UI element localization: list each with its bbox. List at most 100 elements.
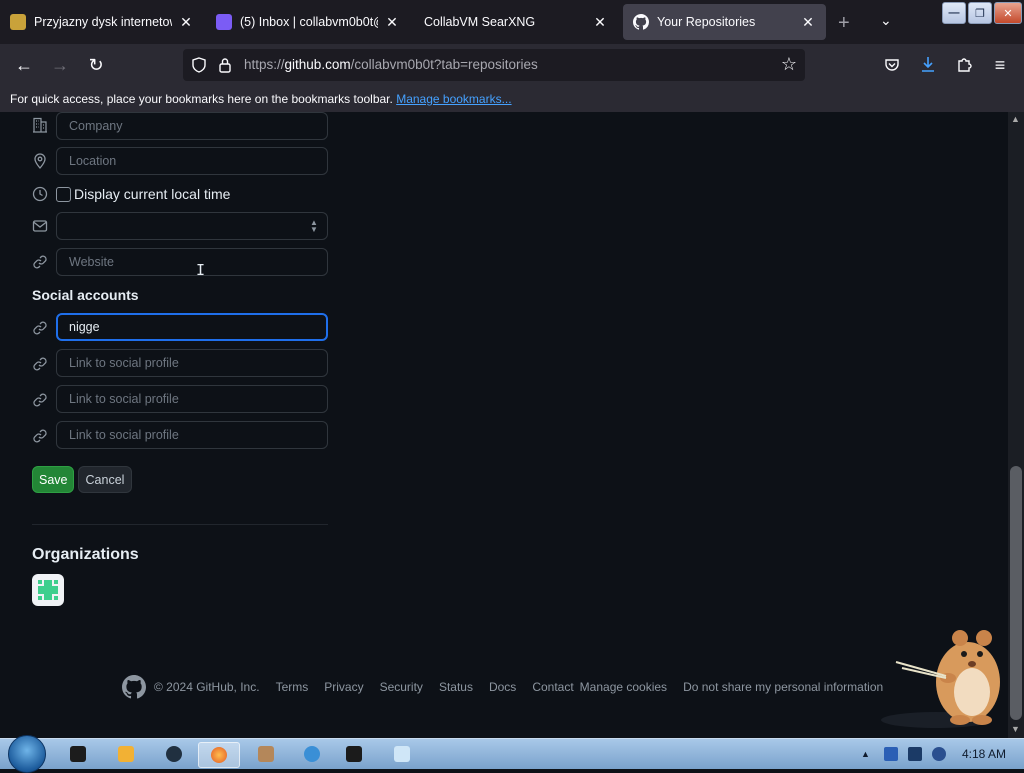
close-window-icon[interactable]: ✕ bbox=[994, 2, 1022, 24]
clock-text[interactable]: 4:18 AM bbox=[962, 747, 1006, 761]
hamburger-menu-icon[interactable]: ≡ bbox=[989, 54, 1011, 76]
tab-title: (5) Inbox | collabvm0b0t@p bbox=[240, 15, 378, 29]
company-field[interactable] bbox=[56, 112, 328, 140]
tab-list-chevron-down-icon[interactable]: ⌄ bbox=[880, 12, 892, 29]
taskbar-7zip[interactable] bbox=[334, 742, 374, 766]
cancel-button[interactable]: Cancel bbox=[78, 466, 132, 493]
url-host: github.com bbox=[284, 57, 351, 72]
footer-link-contact[interactable]: Contact bbox=[532, 680, 573, 694]
footer-copyright: © 2024 GitHub, Inc. bbox=[154, 680, 260, 694]
footer-link-docs[interactable]: Docs bbox=[489, 680, 516, 694]
minimize-icon[interactable]: — bbox=[942, 2, 966, 24]
footer-link-status[interactable]: Status bbox=[439, 680, 473, 694]
clock-icon bbox=[32, 186, 48, 202]
org-identicon-icon bbox=[38, 580, 58, 600]
tab-inbox[interactable]: (5) Inbox | collabvm0b0t@p ✕ bbox=[206, 4, 410, 40]
url-bar[interactable]: https://github.com/collabvm0b0t?tab=repo… bbox=[183, 49, 805, 81]
tab-close-icon[interactable]: ✕ bbox=[592, 14, 608, 31]
media-player-icon bbox=[118, 746, 134, 762]
tab-title: CollabVM SearXNG bbox=[424, 15, 536, 29]
volume-icon[interactable] bbox=[931, 747, 946, 761]
back-arrow-icon[interactable]: ← bbox=[13, 54, 35, 76]
url-text[interactable]: https://github.com/collabvm0b0t?tab=repo… bbox=[244, 57, 538, 72]
7zip-icon bbox=[346, 746, 362, 762]
notepad-icon bbox=[394, 746, 410, 762]
link-icon bbox=[33, 357, 47, 371]
site-favicon-icon bbox=[10, 14, 26, 30]
display-local-time-checkbox[interactable] bbox=[56, 187, 71, 202]
taskbar-notepad[interactable] bbox=[382, 742, 422, 766]
taskbar-app-2[interactable] bbox=[246, 742, 286, 766]
location-pin-icon bbox=[34, 153, 46, 169]
tab-close-icon[interactable]: ✕ bbox=[178, 14, 194, 31]
link-icon bbox=[33, 321, 47, 335]
save-button[interactable]: Save bbox=[32, 466, 74, 493]
os-taskbar: ▲ 4:18 AM bbox=[0, 735, 1024, 773]
tab-your-repositories[interactable]: Your Repositories ✕ bbox=[623, 4, 826, 40]
footer-link-do-not-share[interactable]: Do not share my personal information bbox=[683, 680, 883, 694]
taskbar-media-player[interactable] bbox=[106, 742, 146, 766]
pocket-icon[interactable] bbox=[884, 57, 900, 73]
mail-icon bbox=[32, 220, 48, 232]
github-logo-icon[interactable] bbox=[122, 675, 146, 699]
app-icon bbox=[166, 746, 182, 762]
scroll-down-arrow-icon[interactable]: ▼ bbox=[1011, 724, 1020, 734]
display-local-time-label[interactable]: Display current local time bbox=[74, 186, 230, 202]
bookmarks-hint-text: For quick access, place your bookmarks h… bbox=[10, 92, 393, 106]
page-footer: © 2024 GitHub, Inc. Terms Privacy Securi… bbox=[122, 675, 899, 699]
internet-explorer-icon bbox=[304, 746, 320, 762]
maximize-icon[interactable]: ❐ bbox=[968, 2, 992, 24]
footer-link-security[interactable]: Security bbox=[380, 680, 423, 694]
footer-link-terms[interactable]: Terms bbox=[276, 680, 309, 694]
window-controls: — ❐ ✕ bbox=[942, 2, 1022, 24]
section-divider bbox=[32, 524, 328, 525]
taskbar-terminal[interactable] bbox=[58, 742, 98, 766]
tab-title: Your Repositories bbox=[657, 15, 756, 29]
taskbar-app[interactable] bbox=[154, 742, 194, 766]
browser-nav-bar: ← → ↻ https://github.com/collabvm0b0t?ta… bbox=[0, 44, 1024, 86]
terminal-icon bbox=[70, 746, 86, 762]
browser-tab-bar: Przyjazny dysk internetowy ✕ (5) Inbox |… bbox=[0, 0, 1024, 44]
tab-title: Przyjazny dysk internetowy bbox=[34, 15, 172, 29]
hamster-app-icon bbox=[258, 746, 274, 762]
url-path: /collabvm0b0t?tab=repositories bbox=[350, 57, 538, 72]
tab-przyjazny-dysk[interactable]: Przyjazny dysk internetowy ✕ bbox=[0, 4, 204, 40]
footer-link-privacy[interactable]: Privacy bbox=[324, 680, 363, 694]
website-field[interactable] bbox=[56, 248, 328, 276]
reload-icon[interactable]: ↻ bbox=[85, 54, 107, 76]
social-link-field-4[interactable] bbox=[56, 421, 328, 449]
manage-bookmarks-link[interactable]: Manage bookmarks... bbox=[396, 92, 511, 106]
footer-link-manage-cookies[interactable]: Manage cookies bbox=[580, 680, 667, 694]
text-cursor-icon: I bbox=[196, 261, 206, 279]
tray-expand-icon[interactable]: ▲ bbox=[861, 749, 870, 759]
social-link-field-2[interactable] bbox=[56, 349, 328, 377]
hamster-mascot-icon bbox=[881, 630, 1000, 728]
social-link-field-1[interactable] bbox=[56, 313, 328, 341]
downloads-icon[interactable] bbox=[920, 56, 936, 74]
bookmark-star-icon[interactable]: ☆ bbox=[781, 54, 797, 75]
taskbar-firefox[interactable] bbox=[198, 742, 240, 768]
organizations-heading: Organizations bbox=[32, 546, 139, 563]
scroll-up-arrow-icon[interactable]: ▲ bbox=[1011, 114, 1020, 124]
new-tab-plus-icon[interactable]: + bbox=[838, 12, 850, 35]
taskbar-internet-explorer[interactable] bbox=[292, 742, 332, 766]
tracking-shield-icon[interactable] bbox=[191, 57, 207, 73]
tab-searxng[interactable]: CollabVM SearXNG ✕ bbox=[414, 4, 618, 40]
lock-icon[interactable] bbox=[218, 57, 232, 73]
start-button-icon[interactable] bbox=[8, 735, 46, 773]
organization-building-icon bbox=[33, 117, 47, 133]
tab-close-icon[interactable]: ✕ bbox=[384, 14, 400, 31]
link-icon bbox=[33, 393, 47, 407]
bookmarks-toolbar: For quick access, place your bookmarks h… bbox=[0, 86, 1024, 112]
location-field[interactable] bbox=[56, 147, 328, 175]
social-link-field-3[interactable] bbox=[56, 385, 328, 413]
forward-arrow-icon[interactable]: → bbox=[49, 54, 71, 76]
tab-close-icon[interactable]: ✕ bbox=[800, 14, 816, 31]
page-scrollbar-thumb[interactable] bbox=[1010, 466, 1022, 720]
display-icon[interactable] bbox=[907, 747, 922, 761]
select-updown-icon: ▲ ▼ bbox=[310, 218, 318, 234]
tray-app-icon[interactable] bbox=[883, 747, 898, 761]
organization-avatar[interactable] bbox=[32, 574, 64, 606]
public-email-select[interactable] bbox=[56, 212, 328, 240]
extensions-puzzle-icon[interactable] bbox=[956, 56, 972, 72]
